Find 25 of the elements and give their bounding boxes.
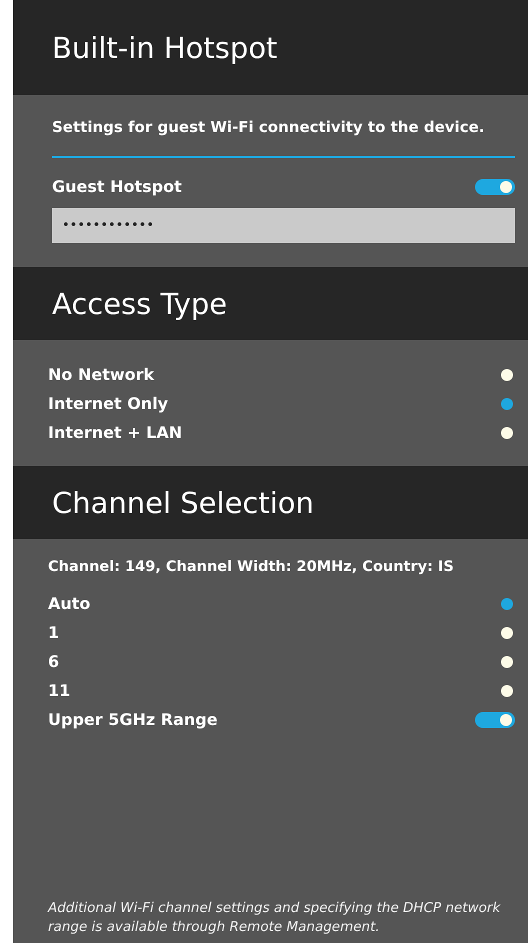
option-label: No Network <box>48 365 154 384</box>
footnote-text: Additional Wi-Fi channel settings and specifying the DHCP network range is available through Remote Management. <box>48 899 502 937</box>
option-label: 1 <box>48 623 60 642</box>
section-title: Access Type <box>13 267 528 340</box>
radio-button[interactable] <box>501 656 513 668</box>
radio-button[interactable] <box>501 426 513 438</box>
option-label: 6 <box>48 652 60 671</box>
radio-button[interactable] <box>501 598 513 610</box>
radio-button[interactable] <box>501 626 513 638</box>
channel-status-text: Channel: 149, Channel Width: 20MHz, Country: IS <box>48 559 455 575</box>
password-field[interactable]: •••••••••••• <box>52 208 515 243</box>
description-text: Settings for guest Wi-Fi connectivity to the device. <box>52 117 486 137</box>
option-label: Internet Only <box>48 394 168 413</box>
radio-button[interactable] <box>501 684 513 696</box>
section-title: Built-in Hotspot <box>13 0 528 95</box>
option-label: Internet + LAN <box>48 423 182 442</box>
toggle-switch[interactable] <box>475 178 515 194</box>
option-label: 11 <box>48 681 70 700</box>
option-label: Auto <box>48 594 90 613</box>
section-title: Channel Selection <box>13 466 528 539</box>
radio-button[interactable] <box>501 398 513 410</box>
toggle-switch[interactable] <box>475 712 515 728</box>
radio-button[interactable] <box>501 368 513 380</box>
toggle-label: Guest Hotspot <box>52 177 182 196</box>
option-label: Upper 5GHz Range <box>48 710 218 729</box>
